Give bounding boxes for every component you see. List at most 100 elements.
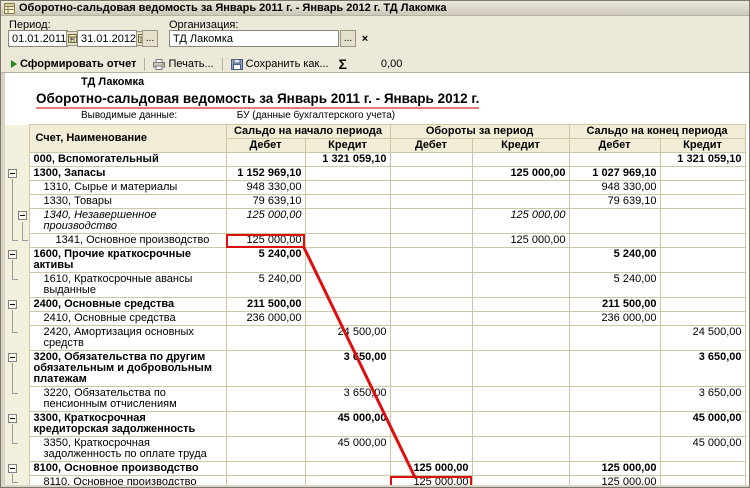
turnover-debit-cell[interactable] [390, 351, 472, 387]
opening-debit-cell[interactable]: 948 330,00 [226, 181, 305, 195]
opening-debit-cell[interactable]: 236 000,00 [226, 312, 305, 326]
opening-credit-cell[interactable]: 1 321 059,10 [305, 153, 390, 167]
closing-credit-cell[interactable] [660, 312, 745, 326]
account-cell[interactable]: 1330, Товары [29, 195, 226, 209]
organization-field[interactable]: ТД Лакомка [169, 30, 339, 47]
closing-debit-cell[interactable]: 236 000,00 [569, 312, 660, 326]
organization-clear-button[interactable]: × [358, 30, 372, 47]
opening-debit-cell[interactable]: 211 500,00 [226, 298, 305, 312]
opening-credit-cell[interactable] [305, 234, 390, 248]
print-button[interactable]: Печать... [149, 56, 217, 72]
closing-debit-cell[interactable] [569, 412, 660, 437]
turnover-credit-cell[interactable]: 125 000,00 [472, 234, 569, 248]
closing-debit-cell[interactable]: 211 500,00 [569, 298, 660, 312]
account-cell[interactable]: 3220, Обязательства по пенсионным отчисл… [29, 387, 226, 412]
turnover-debit-cell[interactable] [390, 195, 472, 209]
turnover-credit-cell[interactable] [472, 153, 569, 167]
turnover-debit-cell[interactable] [390, 437, 472, 462]
closing-credit-cell[interactable]: 3 650,00 [660, 351, 745, 387]
closing-debit-cell[interactable] [569, 153, 660, 167]
table-row[interactable]: 2400, Основные средства 211 500,00 211 5… [1, 298, 745, 312]
closing-credit-cell[interactable]: 3 650,00 [660, 387, 745, 412]
save-as-button[interactable]: Сохранить как... [227, 56, 333, 72]
opening-debit-cell[interactable]: 5 240,00 [226, 273, 305, 298]
date-to-value[interactable]: 31.01.2012 [78, 33, 136, 45]
tree-expander-icon[interactable] [8, 169, 17, 178]
turnover-credit-cell[interactable] [472, 462, 569, 476]
closing-debit-cell[interactable]: 5 240,00 [569, 248, 660, 273]
turnover-debit-cell[interactable] [390, 412, 472, 437]
date-from-field[interactable]: 01.01.2011 [8, 30, 68, 47]
opening-credit-cell[interactable] [305, 195, 390, 209]
account-cell[interactable]: 3350, Краткосрочная задолженность по опл… [29, 437, 226, 462]
table-row[interactable]: 1340, Незавершенное производство 125 000… [1, 209, 745, 234]
opening-debit-cell[interactable] [226, 326, 305, 351]
closing-debit-cell[interactable] [569, 351, 660, 387]
tree-expander-icon[interactable] [8, 300, 17, 309]
closing-debit-cell[interactable]: 79 639,10 [569, 195, 660, 209]
period-settings-button[interactable]: ... [142, 30, 158, 47]
turnover-debit-cell[interactable] [390, 273, 472, 298]
opening-debit-cell[interactable] [226, 462, 305, 476]
account-cell[interactable]: 2420, Амортизация основных средств [29, 326, 226, 351]
turnover-credit-cell[interactable] [472, 298, 569, 312]
account-cell[interactable]: 8100, Основное производство [29, 462, 226, 476]
turnover-credit-cell[interactable]: 125 000,00 [472, 167, 569, 181]
date-from-value[interactable]: 01.01.2011 [9, 33, 66, 45]
table-row[interactable]: 3350, Краткосрочная задолженность по опл… [1, 437, 745, 462]
turnover-debit-cell[interactable] [390, 234, 472, 248]
turnover-credit-cell[interactable] [472, 195, 569, 209]
closing-debit-cell[interactable] [569, 234, 660, 248]
table-row[interactable]: 1310, Сырье и материалы 948 330,00 948 3… [1, 181, 745, 195]
opening-credit-cell[interactable] [305, 312, 390, 326]
tree-expander-icon[interactable] [8, 353, 17, 362]
organization-select-button[interactable]: ... [340, 30, 356, 47]
table-row[interactable]: 3200, Обязательства по другим обязательн… [1, 351, 745, 387]
turnover-credit-cell[interactable] [472, 351, 569, 387]
closing-credit-cell[interactable] [660, 248, 745, 273]
closing-credit-cell[interactable] [660, 273, 745, 298]
closing-debit-cell[interactable]: 125 000,00 [569, 462, 660, 476]
closing-credit-cell[interactable] [660, 298, 745, 312]
opening-debit-cell[interactable] [226, 412, 305, 437]
autosum-button[interactable]: Σ [333, 56, 353, 72]
table-row[interactable]: 000, Вспомогательный 1 321 059,10 1 321 … [1, 153, 745, 167]
opening-debit-cell[interactable]: 125 000,00 [226, 209, 305, 234]
closing-credit-cell[interactable]: 45 000,00 [660, 437, 745, 462]
account-cell[interactable]: 3300, Краткосрочная кредиторская задолже… [29, 412, 226, 437]
turnover-credit-cell[interactable] [472, 312, 569, 326]
organization-value[interactable]: ТД Лакомка [170, 33, 338, 45]
table-row[interactable]: 1600, Прочие краткосрочные активы 5 240,… [1, 248, 745, 273]
turnover-debit-cell[interactable] [390, 181, 472, 195]
turnover-credit-cell[interactable] [472, 387, 569, 412]
account-cell[interactable]: 000, Вспомогательный [29, 153, 226, 167]
closing-credit-cell[interactable] [660, 209, 745, 234]
table-row[interactable]: 3220, Обязательства по пенсионным отчисл… [1, 387, 745, 412]
table-row[interactable]: 8100, Основное производство 125 000,00 1… [1, 462, 745, 476]
closing-credit-cell[interactable] [660, 195, 745, 209]
turnover-credit-cell[interactable]: 125 000,00 [472, 209, 569, 234]
opening-debit-cell[interactable]: 125 000,00 [226, 234, 305, 248]
opening-credit-cell[interactable]: 45 000,00 [305, 437, 390, 462]
opening-debit-cell[interactable] [226, 437, 305, 462]
table-row[interactable]: 1300, Запасы 1 152 969,10 125 000,00 1 0… [1, 167, 745, 181]
account-cell[interactable]: 2400, Основные средства [29, 298, 226, 312]
closing-debit-cell[interactable]: 5 240,00 [569, 273, 660, 298]
opening-debit-cell[interactable]: 1 152 969,10 [226, 167, 305, 181]
opening-credit-cell[interactable] [305, 181, 390, 195]
closing-debit-cell[interactable] [569, 387, 660, 412]
turnover-debit-cell[interactable] [390, 298, 472, 312]
date-to-field[interactable]: 31.01.2012 [77, 30, 137, 47]
table-row[interactable]: 2410, Основные средства 236 000,00 236 0… [1, 312, 745, 326]
table-row[interactable]: 1341, Основное производство 125 000,00 1… [1, 234, 745, 248]
closing-credit-cell[interactable] [660, 167, 745, 181]
account-cell[interactable]: 2410, Основные средства [29, 312, 226, 326]
tree-expander-icon[interactable] [18, 211, 27, 220]
turnover-credit-cell[interactable] [472, 181, 569, 195]
opening-debit-cell[interactable] [226, 387, 305, 412]
opening-credit-cell[interactable] [305, 298, 390, 312]
turnover-credit-cell[interactable] [472, 437, 569, 462]
account-cell[interactable]: 1341, Основное производство [29, 234, 226, 248]
opening-debit-cell[interactable]: 5 240,00 [226, 248, 305, 273]
closing-debit-cell[interactable]: 948 330,00 [569, 181, 660, 195]
